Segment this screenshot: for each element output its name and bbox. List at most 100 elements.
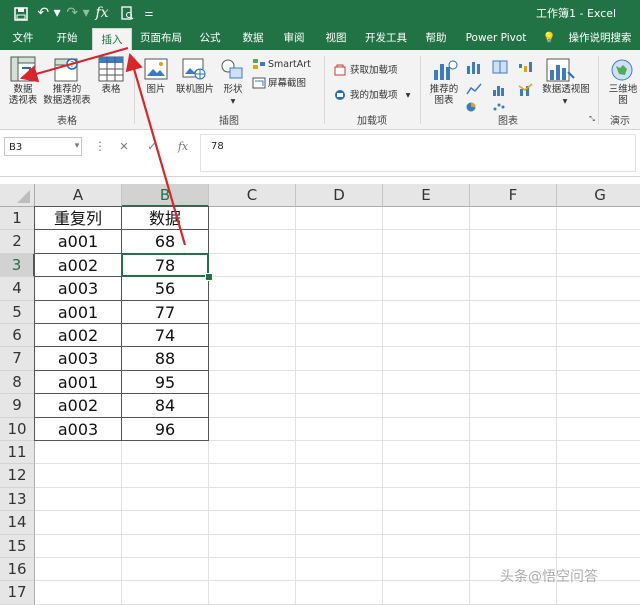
cell-g3[interactable] <box>557 254 640 278</box>
undo-icon[interactable]: ↶ ▾ <box>36 0 62 27</box>
row-header-15[interactable]: 15 <box>0 534 35 558</box>
resize-handle-icon[interactable]: ⋮ <box>94 137 106 156</box>
cell-f2[interactable] <box>470 230 557 254</box>
cell-b1[interactable]: 数据 <box>122 207 209 231</box>
column-header-e[interactable]: E <box>383 184 470 207</box>
cell-f5[interactable] <box>470 300 557 324</box>
scatter-chart-icon[interactable] <box>492 102 506 112</box>
cell-d7[interactable] <box>296 347 383 371</box>
tab-insert[interactable]: 插入 <box>92 28 132 51</box>
cell-d16[interactable] <box>296 558 383 582</box>
name-box[interactable]: B3 <box>4 137 82 156</box>
cell-a9[interactable]: a002 <box>35 394 122 418</box>
tab-view[interactable]: 视图 <box>318 27 354 50</box>
recommended-pivot-icon[interactable]: ? <box>54 56 80 82</box>
cell-a15[interactable] <box>35 534 122 558</box>
cell-a2[interactable]: a001 <box>35 230 122 254</box>
cell-f8[interactable] <box>470 370 557 395</box>
row-header-7[interactable]: 7 <box>0 347 35 371</box>
cell-e17[interactable] <box>383 581 470 605</box>
tab-file[interactable]: 文件 <box>4 27 42 50</box>
column-header-a[interactable]: A <box>35 184 122 207</box>
cell-e15[interactable] <box>383 534 470 558</box>
redo-icon[interactable]: ↷ ▾ <box>66 0 90 27</box>
cell-f4[interactable] <box>470 277 557 301</box>
cell-c5[interactable] <box>209 300 296 324</box>
cell-g13[interactable] <box>557 488 640 512</box>
cell-c2[interactable] <box>209 230 296 254</box>
cell-e7[interactable] <box>383 347 470 371</box>
select-all-corner[interactable] <box>0 184 35 207</box>
combo-chart-icon[interactable] <box>518 82 534 96</box>
cell-d17[interactable] <box>296 581 383 605</box>
row-header-17[interactable]: 17 <box>0 581 35 605</box>
cell-d3[interactable] <box>296 253 383 278</box>
cell-b6[interactable]: 74 <box>122 324 209 348</box>
table-icon[interactable] <box>98 56 124 82</box>
tab-formulas[interactable]: 公式 <box>192 27 228 50</box>
cell-b3[interactable]: 78 <box>122 253 209 278</box>
picture-button[interactable]: 图片 <box>144 84 168 95</box>
cell-c10[interactable] <box>209 417 296 441</box>
cell-a14[interactable] <box>35 511 122 535</box>
my-addins-icon[interactable] <box>334 89 346 101</box>
row-header-13[interactable]: 13 <box>0 487 35 512</box>
cell-g6[interactable] <box>557 324 640 348</box>
screenshot-button[interactable]: 屏幕截图 <box>268 78 324 89</box>
cell-c15[interactable] <box>209 534 296 558</box>
cell-d6[interactable] <box>296 324 383 348</box>
cell-c12[interactable] <box>209 464 296 488</box>
tab-developer[interactable]: 开发工具 <box>360 27 412 50</box>
smartart-icon[interactable] <box>252 58 266 70</box>
cell-a5[interactable]: a001 <box>35 300 122 324</box>
cell-e12[interactable] <box>383 464 470 488</box>
cell-a1[interactable]: 重复列 <box>35 207 122 231</box>
cell-e11[interactable] <box>383 441 470 465</box>
3d-map-button[interactable]: 三维地 图 <box>606 84 640 106</box>
cell-c3[interactable] <box>209 253 296 278</box>
row-header-12[interactable]: 12 <box>0 464 35 488</box>
tab-help[interactable]: 帮助 <box>418 27 454 50</box>
cell-g15[interactable] <box>557 535 640 558</box>
recommended-charts-icon[interactable] <box>432 58 458 82</box>
row-header-4[interactable]: 4 <box>0 277 35 301</box>
smartart-button[interactable]: SmartArt <box>268 59 314 70</box>
screenshot-icon[interactable] <box>252 77 266 89</box>
cell-c11[interactable] <box>209 441 296 465</box>
cell-f6[interactable] <box>470 324 557 348</box>
pivot-chart-icon[interactable] <box>546 58 576 82</box>
cell-g7[interactable] <box>557 347 640 371</box>
enter-icon[interactable]: ✓ <box>144 137 160 156</box>
cell-e14[interactable] <box>383 511 470 535</box>
save-icon[interactable] <box>10 0 32 27</box>
statistic-chart-icon[interactable] <box>492 82 508 96</box>
cell-f3[interactable] <box>470 253 557 278</box>
row-header-8[interactable]: 8 <box>0 370 35 395</box>
formula-input[interactable]: 78 <box>200 134 636 172</box>
row-header-5[interactable]: 5 <box>0 300 35 324</box>
cell-a7[interactable]: a003 <box>35 347 122 371</box>
column-header-f[interactable]: F <box>470 184 557 207</box>
column-header-d[interactable]: D <box>296 184 383 207</box>
table-button[interactable]: 表格 <box>98 84 124 95</box>
cell-f12[interactable] <box>470 464 557 488</box>
cell-d13[interactable] <box>296 487 383 512</box>
tell-me-search[interactable]: 操作说明搜索 <box>564 27 636 50</box>
pivot-chart-button[interactable]: 数据透视图 <box>538 84 594 95</box>
row-header-11[interactable]: 11 <box>0 441 35 465</box>
cell-a8[interactable]: a001 <box>35 370 122 395</box>
cell-c6[interactable] <box>209 324 296 348</box>
cell-g11[interactable] <box>557 441 640 465</box>
cell-b16[interactable] <box>122 558 209 582</box>
cell-e8[interactable] <box>383 370 470 395</box>
cell-a6[interactable]: a002 <box>35 324 122 348</box>
cell-g4[interactable] <box>557 277 640 301</box>
my-addins-button[interactable]: 我的加载项 <box>350 90 402 101</box>
online-picture-button[interactable]: 联机图片 <box>172 84 218 95</box>
pivot-table-button[interactable]: 数据 透视表 <box>4 84 42 106</box>
cell-e13[interactable] <box>383 487 470 512</box>
hierarchy-chart-icon[interactable] <box>492 60 508 74</box>
cell-e1[interactable] <box>383 207 470 231</box>
cell-d8[interactable] <box>296 370 383 395</box>
print-preview-icon[interactable] <box>118 0 136 27</box>
